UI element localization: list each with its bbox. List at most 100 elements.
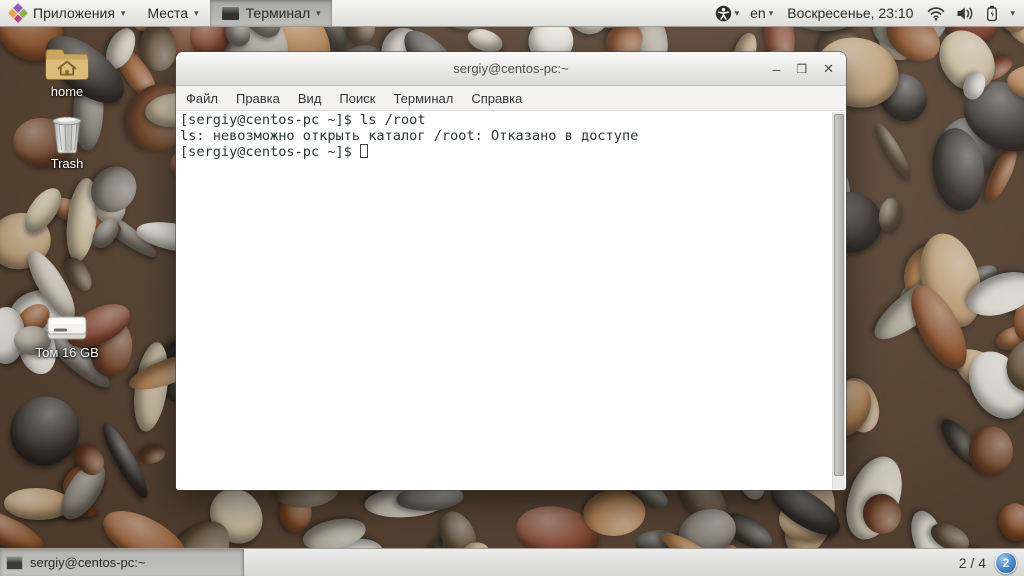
pebble: [995, 326, 1024, 403]
pebble: [128, 340, 173, 435]
language-label: en: [750, 5, 766, 21]
window-titlebar[interactable]: sergiy@centos-pc:~ – ❒ ✕: [176, 52, 846, 86]
workspace-badge[interactable]: 2: [995, 551, 1017, 574]
pebble: [836, 449, 913, 548]
workspace-indicator: 2 / 4: [958, 554, 986, 571]
pebble: [928, 124, 990, 214]
drive-icon: [28, 313, 106, 343]
menu-file[interactable]: Файл: [177, 91, 227, 106]
desktop-icon-home[interactable]: home: [28, 44, 106, 99]
pebble: [870, 119, 916, 183]
maximize-icon[interactable]: ❒: [796, 63, 807, 75]
clock[interactable]: Воскресенье, 23:10: [784, 5, 916, 21]
pebble: [993, 322, 1024, 354]
pebble: [40, 189, 126, 241]
volume-icon[interactable]: [956, 6, 974, 21]
terminal-prompt: [sergiy@centos-pc ~]$: [180, 144, 361, 160]
terminal-icon: [220, 5, 240, 21]
battery-icon[interactable]: [985, 5, 999, 22]
language-menu[interactable]: en ▾: [750, 5, 773, 21]
pebble: [581, 488, 647, 538]
pebble: [70, 438, 111, 481]
applications-menu[interactable]: Приложения ▾: [0, 0, 136, 26]
terminal-menubar: Файл Правка Вид Поиск Терминал Справка: [176, 86, 846, 111]
minimize-icon[interactable]: –: [773, 62, 781, 76]
pebble: [876, 196, 903, 234]
pebble: [78, 197, 161, 264]
window-title: sergiy@centos-pc:~: [453, 61, 569, 76]
app-menu-terminal-label: Терминал: [245, 5, 311, 21]
menu-edit[interactable]: Правка: [227, 91, 289, 106]
pebble: [1006, 279, 1024, 348]
applications-menu-label: Приложения: [33, 5, 115, 21]
menu-search[interactable]: Поиск: [330, 91, 384, 106]
app-menu-terminal[interactable]: Терминал ▾: [209, 0, 332, 26]
workspace-switcher[interactable]: 2 / 4 2: [959, 549, 1024, 576]
pebble: [940, 165, 975, 199]
desktop-icon-label: Trash: [50, 156, 84, 171]
pebble: [956, 260, 1002, 296]
accessibility-menu[interactable]: ▾: [715, 5, 740, 22]
menu-help[interactable]: Справка: [462, 91, 531, 106]
pebble: [927, 20, 1006, 102]
pebble: [857, 489, 907, 539]
taskbar-item-terminal[interactable]: sergiy@centos-pc:~: [0, 549, 244, 576]
menu-view[interactable]: Вид: [289, 91, 331, 106]
scrollbar-thumb[interactable]: [834, 114, 844, 476]
terminal-window: sergiy@centos-pc:~ – ❒ ✕ Файл Правка Вид…: [176, 52, 846, 490]
pebble: [363, 484, 449, 521]
wifi-icon[interactable]: [927, 6, 945, 21]
pebble: [53, 456, 114, 527]
chevron-down-icon[interactable]: ▾: [1010, 8, 1015, 18]
pebble: [967, 424, 1015, 477]
pebble: [88, 186, 132, 230]
chevron-down-icon: ▾: [194, 7, 199, 18]
home-folder-icon: [28, 44, 106, 82]
pebble: [86, 213, 124, 253]
pebble: [61, 253, 98, 296]
pebble: [3, 486, 72, 521]
pebble: [910, 226, 991, 334]
pebble: [0, 206, 57, 276]
pebble: [62, 175, 102, 263]
pebble: [865, 266, 959, 350]
terminal-output[interactable]: [sergiy@centos-pc ~]$ ls /root ls: невоз…: [176, 111, 846, 490]
window-controls: – ❒ ✕: [773, 52, 834, 85]
pebble: [100, 23, 142, 74]
desktop-icon-trash[interactable]: Trash: [28, 112, 106, 171]
desktop-icon-label: Том 16 GB: [35, 345, 99, 360]
pebble: [934, 413, 987, 472]
pebble: [956, 341, 1024, 430]
pebble: [5, 487, 99, 522]
terminal-cursor: [360, 144, 369, 158]
pebble: [889, 271, 961, 341]
desktop-screen: Приложения ▾ Места ▾ Терминал ▾ ▾ en ▾ В…: [0, 0, 1024, 576]
pebble: [979, 143, 1023, 206]
desktop-icon-volume[interactable]: Том 16 GB: [28, 313, 106, 360]
chevron-down-icon: ▾: [120, 7, 126, 18]
pebble: [952, 67, 1024, 165]
pebble: [992, 498, 1024, 546]
pebble: [17, 182, 69, 239]
pebble: [1004, 58, 1024, 112]
chevron-down-icon: ▾: [734, 7, 740, 18]
places-menu[interactable]: Места ▾: [136, 0, 209, 26]
pebble: [992, 86, 1024, 138]
pebble: [961, 263, 1024, 324]
pebble: [0, 382, 94, 480]
pebble: [279, 491, 312, 532]
taskbar-item-label: sergiy@centos-pc:~: [30, 555, 146, 570]
terminal-prompt-line: [sergiy@centos-pc ~]$: [180, 144, 830, 160]
pebble: [96, 419, 154, 502]
places-menu-label: Места: [147, 5, 189, 21]
pebble: [778, 497, 837, 542]
close-icon[interactable]: ✕: [823, 62, 834, 75]
pebble: [930, 108, 1007, 188]
menu-terminal[interactable]: Терминал: [384, 91, 462, 106]
pebble: [0, 306, 26, 365]
pebble: [1012, 338, 1024, 398]
pebble: [900, 277, 978, 377]
trash-icon: [28, 112, 106, 154]
accessibility-icon: [715, 5, 731, 21]
terminal-scrollbar[interactable]: [832, 112, 845, 489]
